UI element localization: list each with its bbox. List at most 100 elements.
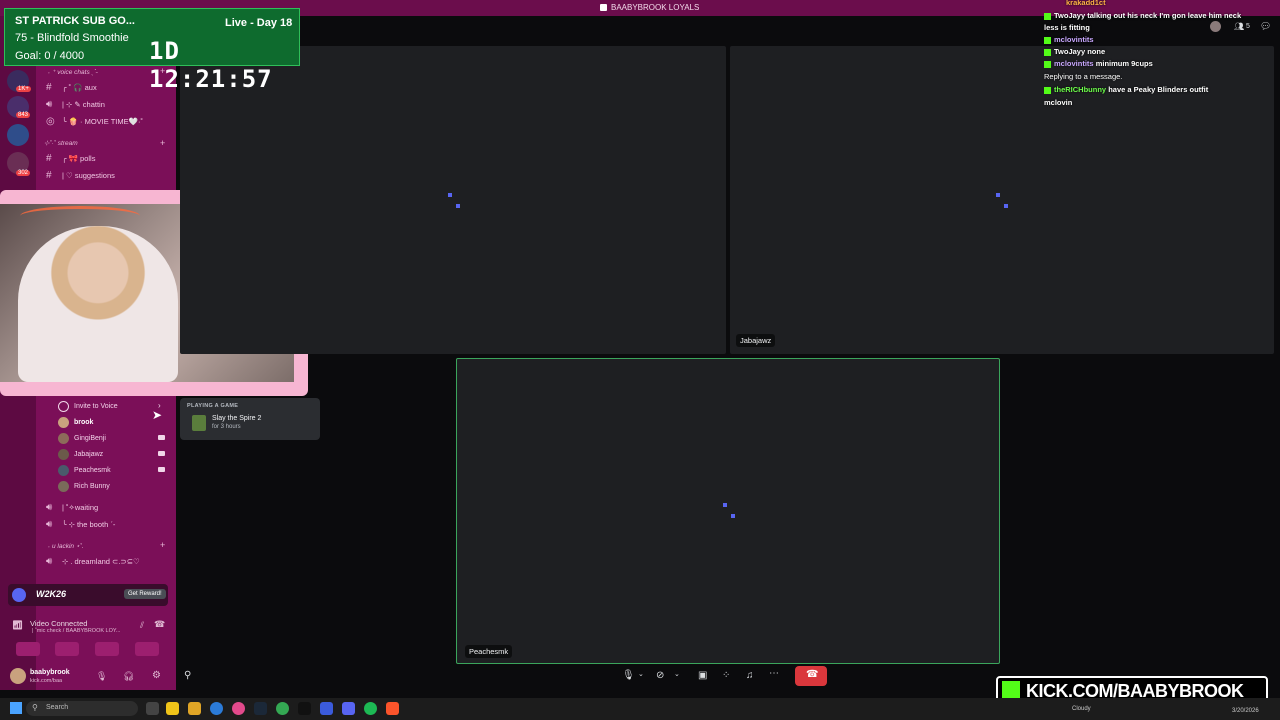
channel-label: ╭ 🎀 polls: [62, 154, 96, 163]
speaker-icon: 🔊︎: [46, 502, 53, 513]
noise-suppression-icon[interactable]: ⫽: [140, 620, 144, 631]
chat-message: TwoJayy talking out his neck I'm gon lea…: [1044, 11, 1241, 20]
chat-text: none: [1087, 47, 1106, 56]
playing-game-card[interactable]: PLAYING A GAME Slay the Spire 2 for 3 ho…: [180, 398, 320, 440]
kick-logo-icon: [1002, 681, 1020, 698]
avatar[interactable]: [1210, 21, 1221, 32]
avatar: [58, 433, 69, 444]
speaker-icon: 🔊︎: [46, 556, 53, 567]
chat-text: mclovin: [1044, 98, 1073, 107]
channel-waiting[interactable]: 🔊︎ | ˚✧waiting: [46, 502, 98, 513]
tile-name: Jabajawz: [736, 334, 776, 347]
server-icon[interactable]: [7, 124, 29, 146]
channel-suggestions[interactable]: # | ♡ suggestions: [46, 170, 115, 181]
voice-member[interactable]: Rich Bunny: [58, 481, 110, 492]
chevron-down-icon[interactable]: ⌄: [638, 670, 644, 678]
kick-badge-icon: [1044, 86, 1051, 94]
hash-icon: #: [46, 170, 52, 181]
tiktok-icon[interactable]: [298, 702, 311, 715]
category-stream[interactable]: ⊹˚·˚ stream: [44, 139, 78, 147]
user-subtitle: kick.com/baa: [30, 678, 63, 684]
activities-button[interactable]: [95, 642, 119, 656]
user-panel: baabybrook kick.com/baa 🎙︎ 🎧︎ ⚙: [8, 666, 168, 688]
brave-icon[interactable]: [386, 702, 399, 715]
weather-text[interactable]: Cloudy: [1072, 706, 1091, 712]
chat-bubble-icon[interactable]: 💬︎: [1260, 21, 1271, 32]
category-voice-chats[interactable]: ˖ ⁺ voice chats ˎˊ˗: [48, 68, 98, 76]
voice-status: Video Connected: [30, 619, 88, 628]
chat-user: krakadd1ct: [1066, 0, 1106, 7]
invite-to-voice[interactable]: Invite to Voice: [58, 401, 118, 412]
mic-icon[interactable]: 🎙︎: [96, 671, 107, 682]
sticky-notes-icon[interactable]: [166, 702, 179, 715]
soundboard-icon[interactable]: ♫: [746, 670, 754, 681]
windows-start-icon[interactable]: [10, 702, 22, 714]
user-avatar[interactable]: [10, 668, 26, 684]
chevron-down-icon[interactable]: ⌄: [674, 670, 680, 678]
voice-member[interactable]: GingiBenji: [58, 433, 170, 444]
signal-icon[interactable]: 📶︎: [12, 620, 23, 631]
get-reward-button[interactable]: Get Reward!: [124, 589, 166, 599]
game-icon: [192, 415, 206, 431]
chat-message: mclovintits minimum 9cups: [1044, 59, 1153, 68]
file-explorer-icon[interactable]: [188, 702, 201, 715]
channel-label: | ⊹ ✎ chattin: [62, 100, 105, 109]
playing-label: PLAYING A GAME: [187, 403, 239, 409]
channel-chattin[interactable]: 🔊︎ | ⊹ ✎ chattin: [46, 99, 105, 110]
activities-icon[interactable]: ⁘: [722, 670, 730, 681]
headphones-icon[interactable]: 🎧︎: [123, 671, 134, 682]
chat-message: mclovin: [1044, 98, 1072, 107]
channel-label: | ˚✧waiting: [62, 503, 99, 512]
category-u-lackin[interactable]: ˖ u lackin ⋆˚.: [48, 542, 84, 550]
add-channel-icon[interactable]: +: [160, 540, 165, 550]
channel-the-booth[interactable]: 🔊︎ ╰ ⊹ the booth ˊ-: [46, 519, 115, 530]
screenshare-icon[interactable]: ▣: [698, 670, 707, 681]
camera-button[interactable]: [16, 642, 40, 656]
soundboard-button[interactable]: [135, 642, 159, 656]
chrome-icon[interactable]: [276, 702, 289, 715]
sub-goal-widget: ST PATRICK SUB GO... Live - Day 18 75 - …: [4, 8, 300, 93]
more-options-icon[interactable]: ⋯: [769, 668, 779, 679]
app-icon[interactable]: [320, 702, 333, 715]
voice-member[interactable]: Jabajawz: [58, 449, 170, 460]
chat-message: krakadd1ct: [1066, 0, 1106, 7]
speaker-icon: 🔊︎: [46, 99, 53, 110]
activity-icon[interactable]: ⚲: [184, 670, 191, 681]
countdown-timer: 1D 12:21:57: [149, 37, 273, 93]
promo-banner[interactable]: W2K26 Get Reward!: [8, 584, 168, 606]
leave-call-button[interactable]: ☎: [795, 666, 827, 686]
settings-gear-icon[interactable]: ⚙: [152, 670, 161, 681]
obs-icon[interactable]: [210, 702, 223, 715]
loading-icon: [456, 204, 460, 208]
mic-icon[interactable]: 🎙︎: [622, 670, 635, 681]
member-name: Jabajawz: [74, 451, 104, 458]
add-channel-icon[interactable]: +: [160, 138, 165, 148]
task-view-icon[interactable]: [146, 702, 159, 715]
app-icon[interactable]: [232, 702, 245, 715]
taskbar-search[interactable]: ⚲ Search: [26, 701, 138, 716]
stream-tile-focused[interactable]: Peachesmk: [456, 358, 1000, 664]
date-text[interactable]: 3/20/2026: [1232, 708, 1259, 714]
channel-movie-time[interactable]: ◎ ╰ 🍿 · MOVIE TIME🤍·˚: [46, 116, 143, 127]
camera-off-icon[interactable]: ⊘: [656, 670, 664, 681]
discord-icon: [600, 4, 607, 11]
chat-user: TwoJayy: [1054, 11, 1086, 20]
voice-member[interactable]: brook: [58, 417, 93, 428]
loading-icon: [731, 514, 735, 518]
screenshare-button[interactable]: [55, 642, 79, 656]
live-day: Live - Day 18: [225, 17, 293, 29]
search-icon: ⚲: [32, 703, 38, 712]
hangup-icon: ☎: [806, 669, 819, 680]
member-name: GingiBenji: [74, 435, 106, 442]
channel-aux[interactable]: # ╭ ˚ 🎧 aux: [46, 82, 97, 93]
channel-dreamland[interactable]: 🔊︎ ⊹ . dreamland ⊂.⊃⊆♡: [46, 556, 140, 567]
game-duration: for 3 hours: [212, 424, 241, 430]
steam-icon[interactable]: [254, 702, 267, 715]
discord-icon[interactable]: [342, 702, 355, 715]
spotify-icon[interactable]: [364, 702, 377, 715]
voice-channel[interactable]: | ˚mic check / BAABYBROOK LOY...: [32, 628, 120, 634]
mouse-cursor-icon: ➤: [152, 408, 163, 422]
disconnect-icon[interactable]: ☎: [154, 619, 165, 630]
channel-polls[interactable]: # ╭ 🎀 polls: [46, 153, 95, 164]
voice-member[interactable]: Peachesmk: [58, 465, 170, 476]
